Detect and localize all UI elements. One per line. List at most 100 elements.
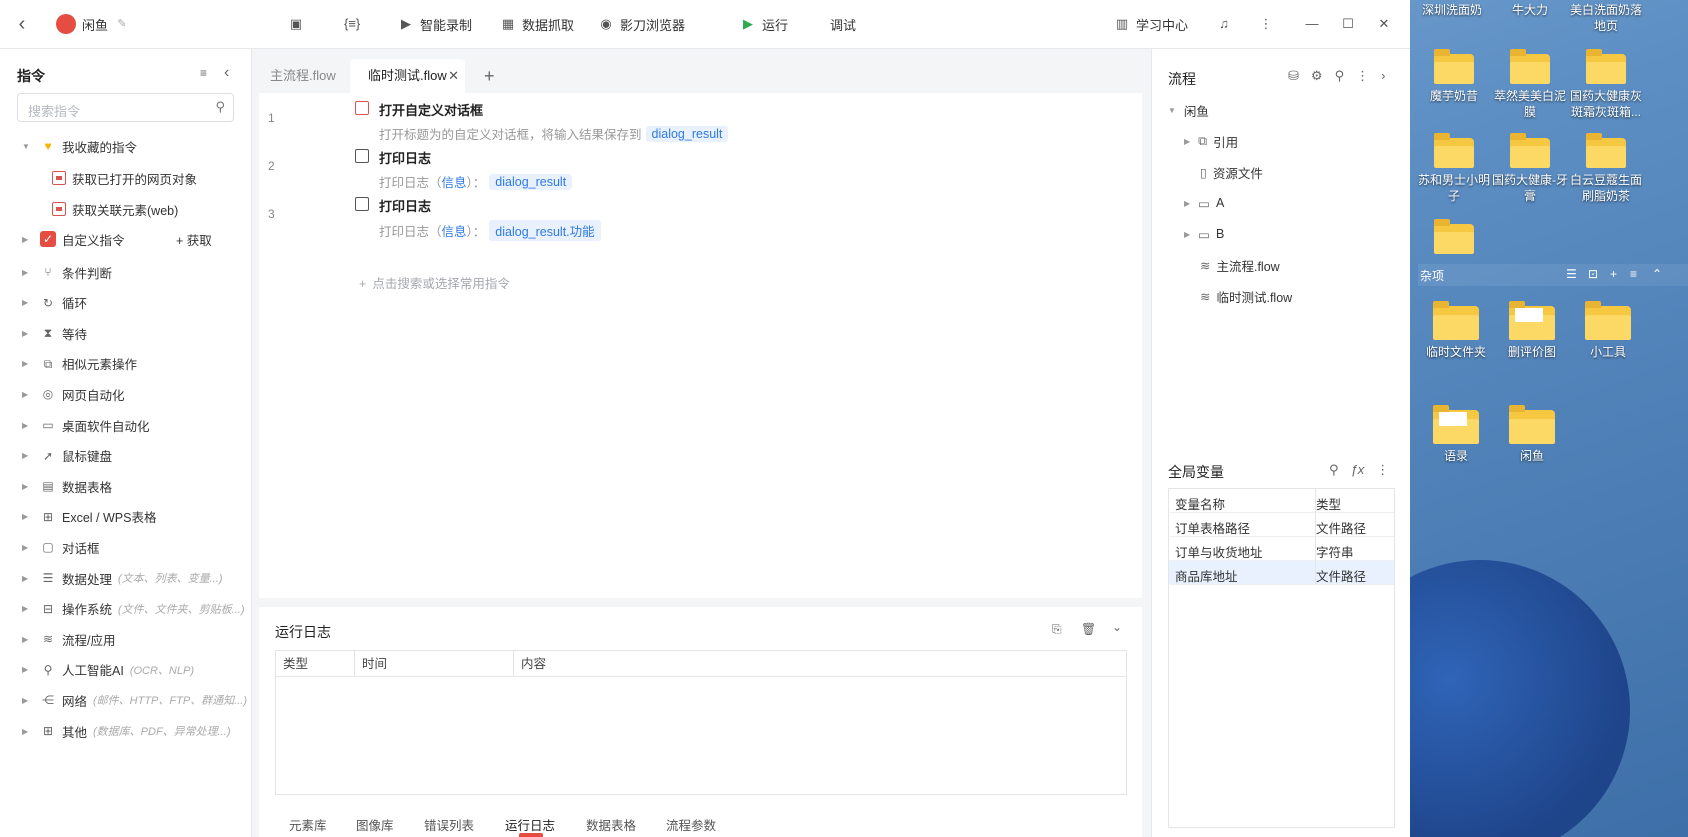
tab-main-flow[interactable]: 主流程.flow <box>252 59 354 93</box>
more-vertical-icon[interactable]: ⋮ <box>1356 68 1369 84</box>
table-row[interactable]: 订单表格路径 文件路径 <box>1169 513 1394 537</box>
command-category[interactable]: ▶ ⧉ 相似元素操作 <box>0 352 252 376</box>
function-icon[interactable]: ƒx <box>1351 462 1365 478</box>
tree-item-reference[interactable]: ▶ ⧉ 引用 <box>1184 130 1238 152</box>
grid-icon: ⊞ <box>42 724 54 738</box>
variable-tag[interactable]: dialog_result.功能 <box>489 220 601 241</box>
command-category[interactable]: ▶ ▭ 桌面软件自动化 <box>0 413 252 437</box>
desktop-folder[interactable]: 国药大健康灰斑霜灰斑箱... <box>1566 49 1646 120</box>
more-button[interactable]: ⋮ <box>1258 14 1274 34</box>
desktop-folder[interactable]: 魔芋奶昔 <box>1414 49 1494 104</box>
close-button[interactable]: ✕ <box>1376 14 1392 34</box>
notification-button[interactable]: ♫ <box>1216 14 1232 34</box>
tree-item-main-flow[interactable]: ≋ 主流程.flow <box>1200 254 1280 276</box>
add-tab-button[interactable]: + <box>466 59 513 93</box>
save-button[interactable]: ▣ <box>288 14 304 34</box>
add-dependency-icon[interactable]: ⛁ <box>1288 68 1299 84</box>
tree-item-resources[interactable]: ▯ 资源文件 <box>1200 161 1263 183</box>
command-category[interactable]: ▶ ⊞ Excel / WPS表格 <box>0 505 252 529</box>
search-icon[interactable]: ⚲ <box>215 99 225 115</box>
command-category[interactable]: ▶ ⋲ 网络 (邮件、HTTP、FTP、群通知...) <box>0 688 252 712</box>
browser-button[interactable]: ◉ 影刀浏览器 <box>598 14 685 34</box>
tab-data-table[interactable]: 数据表格 <box>586 815 636 834</box>
maximize-button[interactable]: ☐ <box>1340 14 1356 34</box>
smart-record-button[interactable]: ▶ 智能录制 <box>398 14 472 34</box>
table-row[interactable]: 订单与收货地址 字符串 <box>1169 537 1394 561</box>
chevron-right-icon[interactable]: › <box>1381 68 1385 84</box>
tree-root[interactable]: ▼ 闲鱼 <box>1168 99 1209 121</box>
variables-button[interactable]: {≡} <box>344 14 360 34</box>
desktop-folder[interactable]: 临时文件夹 <box>1416 301 1496 360</box>
tree-item-folder-a[interactable]: ▶ ▭ A <box>1184 192 1224 214</box>
flow-step[interactable]: 1 打开自定义对话框 打开标题为的自定义对话框，将输入结果保存到 dialog_… <box>259 93 1142 145</box>
search-icon[interactable]: ⚲ <box>1335 68 1345 84</box>
tree-item-folder-b[interactable]: ▶ ▭ B <box>1184 223 1224 245</box>
desktop-folder[interactable]: 删评价图 <box>1492 301 1572 360</box>
collapse-all-icon[interactable]: ≡ <box>200 66 207 80</box>
desktop-icon[interactable]: 牛大力 <box>1490 2 1570 18</box>
command-category[interactable]: ▶ ⚲ 人工智能AI (OCR、NLP) <box>0 658 252 682</box>
flow-step[interactable]: 2 打印日志 打印日志（ 信息）： dialog_result <box>259 141 1142 193</box>
export-icon[interactable]: ⎘ <box>1052 622 1062 637</box>
run-button[interactable]: ▶ 运行 <box>740 14 788 34</box>
command-category[interactable]: ▶ ☰ 数据处理 (文本、列表、变量...) <box>0 566 252 590</box>
log-level-link[interactable]: 信息 <box>442 221 467 240</box>
list-icon[interactable]: ☰ <box>1566 267 1577 281</box>
chevron-down-icon[interactable]: ⌄ <box>1112 620 1122 634</box>
command-category[interactable]: ▶ ⊟ 操作系统 (文件、文件夹、剪贴板...) <box>0 597 252 621</box>
command-category[interactable]: ▶ ⊞ 其他 (数据库、PDF、异常处理...) <box>0 719 252 743</box>
desktop-folder[interactable]: 语录 <box>1416 405 1496 464</box>
plus-icon[interactable]: + <box>1610 267 1617 281</box>
desktop-folder[interactable]: 白云豆蔻生面刷脂奶茶 <box>1566 133 1646 204</box>
flow-step[interactable]: 3 打印日志 打印日志（ 信息）： dialog_result.功能 <box>259 189 1142 241</box>
delete-icon[interactable]: 🗑 <box>1081 622 1096 636</box>
tab-image-lib[interactable]: 图像库 <box>356 815 394 834</box>
chevron-up-icon[interactable]: ⌃ <box>1652 267 1662 281</box>
desktop-icon[interactable]: 深圳洗面奶 <box>1412 2 1492 18</box>
settings-icon[interactable]: ⚙ <box>1311 68 1323 84</box>
more-vertical-icon[interactable]: ⋮ <box>1376 462 1389 478</box>
tab-error-list[interactable]: 错误列表 <box>424 815 474 834</box>
favorite-item[interactable]: 获取关联元素(web) <box>52 198 178 220</box>
search-icon[interactable]: ⚲ <box>1329 462 1339 478</box>
favorite-item[interactable]: 获取已打开的网页对象 <box>52 167 197 189</box>
command-category[interactable]: ▶ ➚ 鼠标键盘 <box>0 444 252 468</box>
table-row[interactable]: 商品库地址 文件路径 <box>1169 561 1394 585</box>
get-custom-button[interactable]: + 获取 <box>176 230 212 249</box>
desktop-folder[interactable]: 小工具 <box>1568 301 1648 360</box>
command-category[interactable]: ▶ ≋ 流程/应用 <box>0 627 252 651</box>
data-capture-button[interactable]: ▦ 数据抓取 <box>500 14 574 34</box>
desktop-folder[interactable]: 国药大健康-牙膏 <box>1490 133 1570 204</box>
desktop-folder[interactable]: 萃然美美白泥膜 <box>1490 49 1570 120</box>
favorites-group[interactable]: ▼ ♥ 我收藏的指令 <box>0 134 252 158</box>
back-button[interactable]: ‹ <box>14 14 30 34</box>
minimize-button[interactable]: — <box>1304 14 1320 34</box>
variable-tag[interactable]: dialog_result <box>489 173 573 190</box>
command-category[interactable]: ▶ ◎ 网页自动化 <box>0 382 252 406</box>
add-command-hint[interactable]: + 点击搜索或选择常用指令 <box>359 273 510 292</box>
menu-icon[interactable]: ≡ <box>1630 267 1637 281</box>
command-category[interactable]: ▶ ▤ 数据表格 <box>0 474 252 498</box>
command-category[interactable]: ▶ ⑂ 条件判断 <box>0 260 252 284</box>
command-category[interactable]: ▶ ▢ 对话框 <box>0 535 252 559</box>
edit-icon[interactable]: ✎ <box>114 16 130 32</box>
tab-run-log[interactable]: 运行日志 <box>505 815 555 834</box>
learn-center-button[interactable]: ▥ 学习中心 <box>1114 14 1188 34</box>
tab-element-lib[interactable]: 元素库 <box>289 815 327 834</box>
desktop-icon[interactable]: 美白洗面奶落地页 <box>1566 2 1646 34</box>
lock-icon[interactable]: ⊡ <box>1588 267 1598 281</box>
variable-tag[interactable]: dialog_result <box>645 125 729 142</box>
command-category[interactable]: ▶ ⧗ 等待 <box>0 321 252 345</box>
desktop-folder[interactable]: 苏和男士小明子 <box>1414 133 1494 204</box>
desktop-folder[interactable] <box>1414 219 1494 258</box>
custom-commands-group[interactable]: ▶ ✓ 自定义指令 + 获取 <box>0 227 252 251</box>
tab-flow-params[interactable]: 流程参数 <box>666 815 716 834</box>
chevron-left-icon[interactable]: ‹ <box>224 64 229 82</box>
command-search-input[interactable]: 搜索指令 ⚲ <box>17 93 234 122</box>
tree-item-temp-flow[interactable]: ≋ 临时测试.flow <box>1200 285 1292 307</box>
tab-temp-test[interactable]: 临时测试.flow ✕ <box>350 59 465 93</box>
command-category[interactable]: ▶ ↻ 循环 <box>0 291 252 315</box>
close-tab-icon[interactable]: ✕ <box>448 59 459 93</box>
desktop-folder[interactable]: 闲鱼 <box>1492 405 1572 464</box>
debug-button[interactable]: 调试 <box>830 14 856 34</box>
